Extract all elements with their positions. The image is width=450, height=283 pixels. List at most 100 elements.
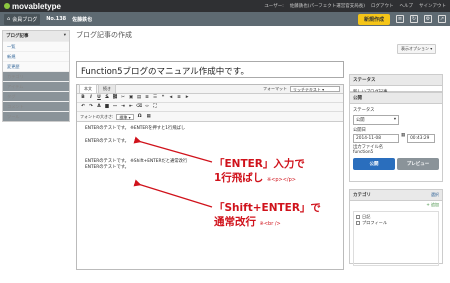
movabletype-logo[interactable]: movabletype (4, 2, 61, 11)
sidebar-item-new[interactable]: 新規 (3, 51, 69, 61)
fullscreen-icon[interactable]: ⛶ (152, 104, 158, 110)
format-control: フォーマット リッチテキスト ▾ (263, 86, 340, 92)
image-icon[interactable]: ▣ (128, 95, 134, 101)
sidebar-item-tag[interactable]: タグ (3, 91, 69, 101)
annotation-enter-line2: 1行飛ばし (214, 172, 264, 184)
publish-box-title: 公開 (350, 93, 442, 104)
status-select-value: 公開 (356, 118, 365, 123)
sidebar-item-category[interactable]: カテゴリ (3, 71, 69, 81)
refresh-icon[interactable]: ↻ (410, 15, 418, 23)
undo-icon[interactable]: ↶ (80, 104, 86, 110)
signout-link[interactable]: サインアウト (419, 3, 446, 9)
status-label: ステータス (353, 108, 375, 113)
category-select-link[interactable]: 選択 (431, 192, 439, 198)
underline-icon[interactable]: U (96, 95, 102, 101)
table-icon[interactable]: ▦ (146, 114, 152, 120)
publish-button[interactable]: 公開 (353, 158, 395, 170)
home-icon: ⌂ (7, 16, 11, 22)
logout-link[interactable]: ログアウト (371, 3, 394, 9)
sidebar-item-history[interactable]: 変更歴 (3, 61, 69, 71)
sidebar-item-comment[interactable]: コメント (3, 101, 69, 111)
horizontal-rule-icon[interactable]: — (112, 104, 118, 110)
sidebar-item-asset[interactable]: アイテム (3, 81, 69, 91)
category-box: カテゴリ 選択 + 追加 日記 プロフィール (349, 189, 443, 266)
indent-icon[interactable]: ⇥ (120, 104, 126, 110)
blog-bar: ⌂ 会員ブログ No.138 佐藤鉄也 新規作成 ≡ ↻ ⚙ ↗ (0, 12, 450, 26)
user-label: ユーザー: (264, 4, 284, 9)
sidebar-header[interactable]: ブログ記事 ▾ (3, 31, 69, 41)
chevron-down-icon: ▾ (393, 117, 396, 122)
category-list: 日記 プロフィール (353, 211, 439, 266)
help-link[interactable]: ヘルプ (400, 3, 414, 9)
entry-title-input[interactable]: Function5ブログのマニュアル作成中です。 (76, 61, 344, 78)
category-title: カテゴリ (353, 193, 371, 198)
align-left-icon[interactable]: ⫷ (168, 95, 174, 101)
source-icon[interactable]: ‹› (144, 104, 150, 110)
blog-name[interactable]: 佐藤鉄也 (72, 16, 92, 23)
tab-body[interactable]: 本文 (79, 84, 97, 93)
remove-format-icon[interactable]: ⌫ (136, 104, 142, 110)
calendar-icon[interactable]: ▦ (401, 133, 405, 144)
sidebar-title: ブログ記事 (6, 34, 29, 39)
blog-id: No.138 (46, 16, 67, 22)
text-color-icon[interactable]: A (96, 104, 102, 110)
bullet-list-icon[interactable]: ≡ (144, 95, 150, 101)
format-value: リッチテキスト (293, 87, 321, 92)
redo-icon[interactable]: ↷ (88, 104, 94, 110)
list-item[interactable]: プロフィール (356, 220, 436, 226)
align-right-icon[interactable]: ⫸ (184, 95, 190, 101)
annotation-shift-enter: 「Shift+ENTER」で 通常改行 ※<br /> (214, 201, 321, 231)
category-box-title: カテゴリ 選択 (350, 190, 442, 201)
checkbox[interactable] (356, 221, 360, 225)
filename-value[interactable]: function5 (353, 150, 439, 155)
blockquote-icon[interactable]: ❝ (160, 95, 166, 101)
align-center-icon[interactable]: ≡ (176, 95, 182, 101)
bold-icon[interactable]: B (80, 95, 86, 101)
format-select[interactable]: リッチテキスト ▾ (290, 86, 340, 92)
sidebar-item-tool[interactable]: ツール (3, 111, 69, 121)
list-icon[interactable]: ≡ (396, 15, 404, 23)
category-label: 日記 (362, 214, 371, 219)
numbered-list-icon[interactable]: ☰ (152, 95, 158, 101)
new-create-button[interactable]: 新規作成 (357, 13, 390, 25)
annotation-enter-line1: 「ENTER」入力で (214, 158, 305, 170)
font-size-label: フォントの大きさ: (80, 113, 114, 119)
annotation-shift-enter-line1: 「Shift+ENTER」で (214, 202, 321, 214)
strike-icon[interactable]: S (104, 95, 110, 101)
link-icon[interactable]: ⛓ (112, 95, 118, 101)
preview-button[interactable]: プレビュー (397, 158, 439, 170)
user-name[interactable]: 佐藤鉄也(パーフェクト運営官支局長) (290, 3, 365, 9)
file-icon[interactable]: ▤ (136, 95, 142, 101)
font-size-select[interactable]: 標準 ▾ (116, 113, 134, 120)
status-box-title: ステータス (350, 75, 442, 86)
time-field[interactable]: 00:43:29 (407, 134, 436, 143)
category-label: プロフィール (362, 220, 388, 225)
sidebar: ブログ記事 ▾ 一覧 新規 変更歴 カテゴリ アイテム タグ コメント ツール (2, 30, 70, 122)
display-options-button[interactable]: 表示オプション ▾ (397, 44, 437, 54)
date-field[interactable]: 2014-11-08 (353, 134, 399, 143)
publish-box: 公開 ステータス 公開 ▾ 公開日 2014-11-08 ▦ 00:43:29 出… (349, 92, 443, 182)
gear-icon[interactable]: ⚙ (424, 15, 432, 23)
font-size-value: 標準 (119, 114, 128, 120)
checkbox[interactable] (356, 215, 360, 219)
add-category-link[interactable]: + 追加 (350, 201, 442, 209)
sidebar-toggle-icon: ▾ (63, 33, 66, 38)
page-title: ブログ記事の作成 (76, 31, 132, 39)
unlink-icon[interactable]: ✂ (120, 95, 126, 101)
tab-more[interactable]: 続き (98, 84, 116, 93)
top-bar: movabletype ユーザー: 佐藤鉄也(パーフェクト運営官支局長) ログア… (0, 0, 450, 12)
background-color-icon[interactable]: ▆ (104, 104, 110, 110)
font-size-bar: フォントの大きさ: 標準 ▾ Ω ▦ (77, 112, 343, 122)
status-select[interactable]: 公開 ▾ (353, 115, 399, 125)
italic-icon[interactable]: I (88, 95, 94, 101)
outdent-icon[interactable]: ⇤ (128, 104, 134, 110)
annotation-shift-enter-line2: 通常改行 (214, 216, 256, 228)
main-area: ブログ記事の作成 (76, 30, 344, 44)
special-char-icon[interactable]: Ω (137, 114, 143, 120)
format-label: フォーマット (263, 86, 287, 91)
sidebar-item-list[interactable]: 一覧 (3, 41, 69, 51)
annotation-enter: 「ENTER」入力で 1行飛ばし ※<p></p> (214, 157, 305, 187)
external-link-icon[interactable]: ↗ (438, 15, 446, 23)
home-button[interactable]: ⌂ 会員ブログ (4, 13, 41, 25)
editor-toolbar-2: ↶ ↷ A ▆ — ⇥ ⇤ ⌫ ‹› ⛶ (77, 103, 343, 112)
